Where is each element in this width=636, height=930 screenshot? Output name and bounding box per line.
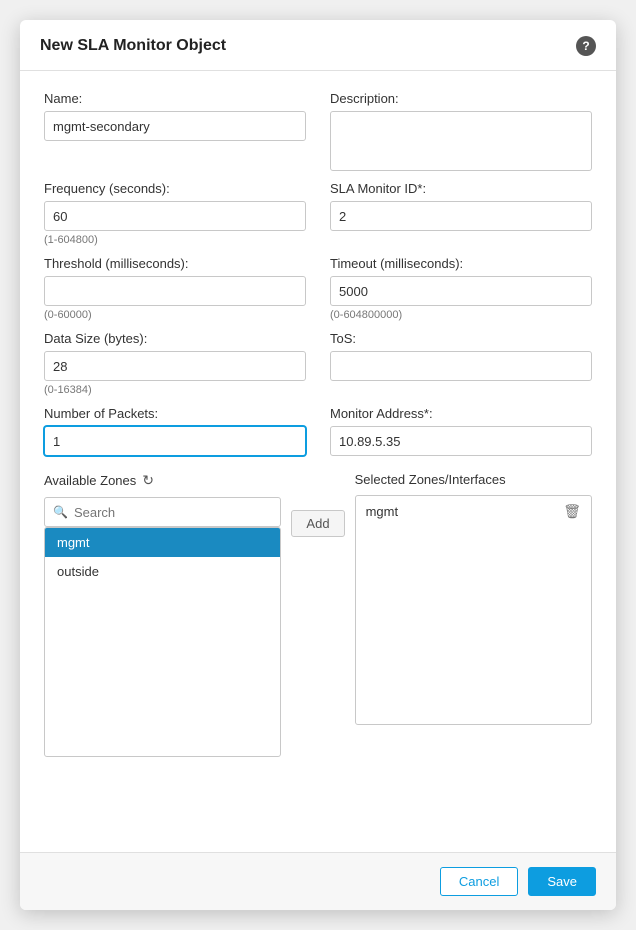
frequency-input[interactable] [44,201,306,231]
data-size-label: Data Size (bytes): [44,331,306,346]
tos-input[interactable] [330,351,592,381]
help-icon[interactable]: ? [576,36,596,56]
search-input[interactable] [74,505,272,520]
list-item: mgmt 🗑 [356,496,591,527]
available-zones-panel: Available Zones ↻ 🔍 mgmt outside [44,472,281,757]
timeout-label: Timeout (milliseconds): [330,256,592,271]
dialog-header: New SLA Monitor Object ? [20,20,616,71]
data-size-group: Data Size (bytes): (0-16384) [44,331,306,396]
list-item[interactable]: mgmt [45,528,280,557]
selected-zones-label: Selected Zones/Interfaces [355,472,592,487]
tos-label: ToS: [330,331,592,346]
frequency-hint: (1-604800) [44,234,306,246]
form-grid-top: Name: Description: Frequency (seconds): … [44,91,592,466]
name-input[interactable] [44,111,306,141]
available-zones-label: Available Zones ↻ [44,472,281,489]
num-packets-input[interactable] [44,426,306,456]
data-size-input[interactable] [44,351,306,381]
num-packets-label: Number of Packets: [44,406,306,421]
name-label: Name: [44,91,306,106]
cancel-button[interactable]: Cancel [440,867,518,896]
dialog-title: New SLA Monitor Object [40,37,226,55]
tos-group: ToS: [330,331,592,396]
delete-icon[interactable]: 🗑 [563,503,581,520]
monitor-address-group: Monitor Address*: [330,406,592,456]
dialog-footer: Cancel Save [20,852,616,910]
search-box: 🔍 [44,497,281,527]
frequency-label: Frequency (seconds): [44,181,306,196]
selected-zones-list: mgmt 🗑 [355,495,592,725]
selected-zones-panel: Selected Zones/Interfaces mgmt 🗑 [355,472,592,725]
threshold-hint: (0-60000) [44,309,306,321]
description-label: Description: [330,91,592,106]
add-button[interactable]: Add [291,510,344,537]
save-button[interactable]: Save [528,867,596,896]
add-button-container: Add [291,472,344,537]
threshold-label: Threshold (milliseconds): [44,256,306,271]
available-zones-list: mgmt outside [44,527,281,757]
selected-zone-name: mgmt [366,504,399,519]
data-size-hint: (0-16384) [44,384,306,396]
timeout-group: Timeout (milliseconds): (0-604800000) [330,256,592,321]
timeout-hint: (0-604800000) [330,309,592,321]
sla-monitor-id-input[interactable] [330,201,592,231]
threshold-group: Threshold (milliseconds): (0-60000) [44,256,306,321]
monitor-address-input[interactable] [330,426,592,456]
sla-monitor-id-label: SLA Monitor ID*: [330,181,592,196]
refresh-icon[interactable]: ↻ [142,472,154,489]
dialog-body: Name: Description: Frequency (seconds): … [20,71,616,852]
description-input[interactable] [330,111,592,171]
monitor-address-label: Monitor Address*: [330,406,592,421]
threshold-input[interactable] [44,276,306,306]
list-item[interactable]: outside [45,557,280,586]
zones-section: Available Zones ↻ 🔍 mgmt outside Add Sel… [44,472,592,757]
new-sla-monitor-dialog: New SLA Monitor Object ? Name: Descripti… [20,20,616,910]
frequency-group: Frequency (seconds): (1-604800) [44,181,306,246]
search-icon: 🔍 [53,505,68,519]
timeout-input[interactable] [330,276,592,306]
num-packets-group: Number of Packets: [44,406,306,456]
description-group: Description: [330,91,592,171]
sla-monitor-id-group: SLA Monitor ID*: [330,181,592,246]
name-group: Name: [44,91,306,171]
